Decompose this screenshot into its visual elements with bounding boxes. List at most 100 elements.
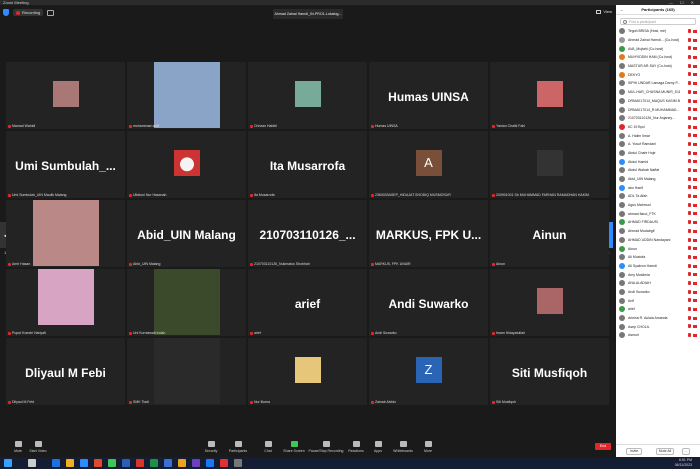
taskbar-app-icon[interactable] — [234, 459, 242, 467]
view-button[interactable]: View — [596, 9, 612, 14]
participant-list-item[interactable]: Agus Mahmud — [616, 201, 700, 210]
participant-list-name: ANA ALADIAH — [628, 281, 651, 286]
muted-mic-icon — [371, 193, 374, 197]
taskbar-app-icon[interactable] — [94, 459, 102, 467]
taskbar-app-icon[interactable] — [28, 459, 36, 467]
panel-more-button[interactable]: ... — [682, 448, 690, 455]
participant-list-item[interactable]: 210703110126_Nur Anjaney... — [616, 114, 700, 123]
participant-list-item[interactable]: AHMAD UDDIN Nandayani — [616, 236, 700, 245]
participant-video-tile[interactable]: arief arief — [248, 269, 367, 336]
participant-video-tile[interactable]: Ulfatuni Nur Hasanah — [127, 131, 246, 198]
participant-video-tile[interactable]: Chrizan Habibi — [248, 62, 367, 129]
participant-video-tile[interactable]: 210703110126_... 210703110126_Nukmatus Sh… — [248, 200, 367, 267]
video-off-icon — [693, 221, 697, 225]
participant-video-tile[interactable]: Abid_UIN Malang Abid_UIN Malang — [127, 200, 246, 267]
participant-list-item[interactable]: Abdul Chafe Huje — [616, 149, 700, 158]
taskbar-app-icon[interactable] — [108, 459, 116, 467]
participant-list-item[interactable]: MASTUR AR-SAY (Co-host) — [616, 62, 700, 71]
participant-list-item[interactable]: ahmad fiaud_FTK — [616, 209, 700, 218]
participant-list-item[interactable]: AVA_Mujtahi (Co-host) — [616, 44, 700, 53]
muted-mic-icon — [688, 150, 691, 155]
taskbar-app-icon[interactable] — [178, 459, 186, 467]
participant-list-name: AHMAD UDDIN Nandayani — [628, 237, 671, 242]
participant-video-tile[interactable]: Humas UINSA Humas UINSA — [369, 62, 488, 129]
participant-video-tile[interactable]: Uni Kurniawati Indah — [127, 269, 246, 336]
taskbar-app-icon[interactable] — [52, 459, 60, 467]
share-screen-button[interactable]: Share Screen — [276, 441, 312, 453]
participant-name-label: Ulfatuni Nur Hasanah — [133, 193, 167, 197]
participant-list-item[interactable]: MUL.HAR_CHUSNA MUNIR_S11... — [616, 88, 700, 97]
participant-video-tile[interactable]: 200901001 Sb MUHAMMAD FARHAN RAMADHAN HA… — [490, 131, 609, 198]
participant-list-item[interactable]: Teguh BRISA (Host, me) — [616, 27, 700, 36]
participant-video-image — [153, 62, 220, 128]
participant-list-item[interactable]: Asmuri — [616, 331, 700, 340]
participant-list-item[interactable]: AHMAD FIRDAUSI — [616, 218, 700, 227]
folder-icon[interactable] — [66, 459, 74, 467]
participant-video-tile[interactable]: Ainun Ainun — [490, 200, 609, 267]
participant-list-item[interactable]: abu Hanif — [616, 183, 700, 192]
taskbar-app-icon[interactable] — [192, 459, 200, 467]
participant-list-item[interactable]: Ali Mustofa — [616, 253, 700, 262]
participant-list-item[interactable]: Amy Muslimia — [616, 270, 700, 279]
participant-list-item[interactable]: Ainun — [616, 244, 700, 253]
more-button[interactable]: More — [410, 441, 446, 453]
participant-list-item[interactable]: Abid_UIN Malang — [616, 175, 700, 184]
participant-list-item[interactable]: ANA ALADIAH — [616, 279, 700, 288]
taskbar-app-icon[interactable] — [206, 459, 214, 467]
taskbar-app-icon[interactable] — [122, 459, 130, 467]
participant-list-item[interactable]: A. Halim Ilmar — [616, 131, 700, 140]
participant-list-item[interactable]: DRMA017014_R.MUHAMMAD... — [616, 105, 700, 114]
mute-all-button[interactable]: Mute All — [656, 448, 674, 455]
participant-video-tile[interactable]: Dliyaul M Febi Dliyaul M Febi — [6, 338, 125, 405]
gallery-grid-icon[interactable] — [47, 9, 55, 16]
participant-list-item[interactable]: Ali Syakron Hamdi — [616, 262, 700, 271]
participant-video-tile[interactable]: Ita Musarrofa Ita Musarrofa — [248, 131, 367, 198]
participant-list-item[interactable]: Asep CHOLIL — [616, 322, 700, 331]
participant-name-tag: Yanian Chalik Fahi — [492, 124, 525, 128]
participant-video-tile[interactable]: Nur Burna — [248, 338, 367, 405]
participant-list-item[interactable]: SIPHI UNDAR Lamaga Darny P... — [616, 79, 700, 88]
recording-badge[interactable]: Recording — [13, 9, 44, 16]
participant-video-tile[interactable]: Yanian Chalik Fahi — [490, 62, 609, 129]
participant-list-item[interactable]: A. Yusuf Ramdani — [616, 140, 700, 149]
shield-icon[interactable] — [3, 9, 9, 16]
participant-video-tile[interactable]: Umi Sumbulah_... Umi Sumbulah_UIN Maulik … — [6, 131, 125, 198]
participant-list-item[interactable]: Arinisa R. Aulaia Amanda — [616, 314, 700, 323]
zoom-icon[interactable] — [80, 459, 88, 467]
taskbar-clock[interactable]: 6:51 PM 06/11/2023 — [675, 458, 692, 468]
participant-list-item[interactable]: 6C 19 Bpd — [616, 123, 700, 132]
participant-list-item[interactable]: Abdul Hamid — [616, 157, 700, 166]
participant-list-item[interactable]: Ahmad Zainal Hamdi... (Co-host) — [616, 36, 700, 45]
participant-status-icons — [688, 89, 697, 94]
participant-video-tile[interactable]: Imam Hidayatullah — [490, 269, 609, 336]
participant-list-item[interactable]: Andi Suwarko — [616, 288, 700, 297]
participant-video-tile[interactable]: Amir Hasan — [6, 200, 125, 267]
participant-video-tile[interactable]: mohammad aniff — [127, 62, 246, 129]
participant-list-item[interactable]: DRMA017014_MAQUS KASIM B... — [616, 97, 700, 106]
participant-list-item[interactable]: arief — [616, 305, 700, 314]
participant-video-tile[interactable]: SMK Tiadi — [127, 338, 246, 405]
participant-list-item[interactable]: Ahmad Mudabgif — [616, 227, 700, 236]
participant-video-tile[interactable]: Mamad Wahidi — [6, 62, 125, 129]
participant-list-item[interactable]: Anif — [616, 296, 700, 305]
participant-video-tile[interactable]: Z Zainab Alvido — [369, 338, 488, 405]
participant-video-tile[interactable]: MARKUS, FPK U... MARKUS, FPK UNAIR — [369, 200, 488, 267]
participant-video-tile[interactable]: Puput Koestri Hariyati — [6, 269, 125, 336]
taskbar-app-icon[interactable] — [136, 459, 144, 467]
taskbar-app-icon[interactable] — [150, 459, 158, 467]
participant-list-item[interactable]: MUHYIDDIN HAM (Co-host) — [616, 53, 700, 62]
participant-video-tile[interactable]: Siti Musfiqoh Siti Musfiqoh — [490, 338, 609, 405]
end-meeting-button[interactable]: End — [595, 443, 611, 450]
participant-list-item[interactable]: ADL Ta Afah — [616, 192, 700, 201]
taskbar-app-icon[interactable] — [220, 459, 228, 467]
participant-video-tile[interactable]: Andi Suwarko Andi Suwarko — [369, 269, 488, 336]
taskbar-app-icon[interactable] — [164, 459, 172, 467]
invite-button[interactable]: Invite — [626, 448, 642, 455]
participant-status-icons — [688, 115, 697, 120]
start-video-button[interactable]: Start Video — [20, 441, 56, 453]
participant-list-item[interactable]: DEKYO — [616, 70, 700, 79]
participant-list-item[interactable]: Abdul Wahab Naffat — [616, 166, 700, 175]
participant-video-tile[interactable]: A 2360003ASEP_HIDAJAT SHODIQ MUSMOSUR — [369, 131, 488, 198]
participant-search-input[interactable]: Find a participant — [620, 18, 696, 25]
windows-start-icon[interactable] — [4, 459, 12, 467]
